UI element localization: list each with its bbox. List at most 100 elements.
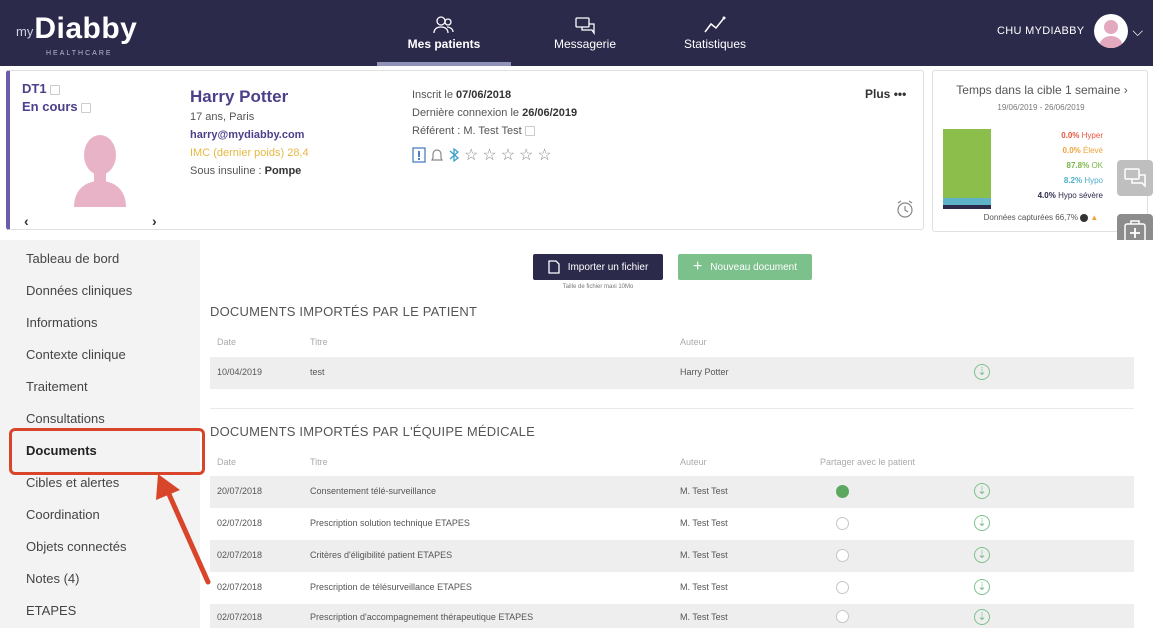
row-title: Critères d'éligibilité patient ETAPES bbox=[310, 550, 453, 560]
share-toggle[interactable] bbox=[836, 581, 849, 594]
file-icon bbox=[548, 260, 560, 274]
column-header-date: Date bbox=[217, 337, 237, 347]
previous-patient-button[interactable]: ‹ bbox=[24, 213, 29, 229]
table-row[interactable]: 10/04/2019 test Harry Potter ⇣ bbox=[210, 357, 1134, 389]
patient-name: Harry Potter bbox=[190, 87, 289, 106]
sidebar-item-tableau-de-bord[interactable]: Tableau de bord bbox=[26, 251, 119, 266]
sidebar-item-coordination[interactable]: Coordination bbox=[26, 507, 100, 522]
inscription-date: Inscrit le 07/06/2018 bbox=[412, 89, 512, 101]
info-icon[interactable] bbox=[1080, 213, 1089, 222]
patient-silhouette-icon bbox=[74, 135, 126, 207]
nav-mes-patients[interactable]: Mes patients bbox=[377, 0, 511, 66]
star-icon[interactable]: ☆ bbox=[519, 145, 533, 165]
diabetes-type: DT1 bbox=[22, 81, 60, 96]
download-icon[interactable]: ⇣ bbox=[974, 483, 990, 499]
sidebar-item-informations[interactable]: Informations bbox=[26, 315, 98, 330]
legend-hypo: 8.2% Hypo bbox=[1063, 176, 1103, 185]
row-author: M. Test Test bbox=[680, 486, 728, 496]
sidebar-item-traitement[interactable]: Traitement bbox=[26, 379, 88, 394]
time-in-target-dates: 19/06/2019 - 26/06/2019 bbox=[997, 103, 1085, 112]
nav-mes-patients-label: Mes patients bbox=[407, 37, 481, 51]
star-icon[interactable]: ☆ bbox=[537, 145, 551, 165]
patient-flags: ☆ ☆ ☆ ☆ ☆ bbox=[412, 145, 552, 165]
next-patient-button[interactable]: › bbox=[152, 213, 157, 229]
sidebar-item-etapes[interactable]: ETAPES bbox=[26, 603, 76, 618]
patients-icon bbox=[433, 16, 454, 34]
share-toggle[interactable] bbox=[836, 517, 849, 530]
diabby-logo[interactable]: my Diabby HEALTHCARE bbox=[16, 14, 137, 58]
table-row[interactable]: 20/07/2018 Consentement télé-surveillanc… bbox=[210, 476, 1134, 508]
download-icon[interactable]: ⇣ bbox=[974, 515, 990, 531]
sidebar-item-consultations[interactable]: Consultations bbox=[26, 411, 105, 426]
sidebar-item-notes[interactable]: Notes (4) bbox=[26, 571, 79, 586]
logo-prefix: my bbox=[16, 24, 34, 39]
edit-icon[interactable] bbox=[49, 84, 60, 95]
legend-hypo-severe: 4.0% Hypo sévère bbox=[1037, 191, 1103, 200]
patient-imc: IMC (dernier poids) 28,4 bbox=[190, 147, 309, 159]
column-header-title: Titre bbox=[310, 457, 328, 467]
row-date: 02/07/2018 bbox=[217, 550, 263, 560]
patient-documents-title: DOCUMENTS IMPORTÉS PAR LE PATIENT bbox=[210, 304, 478, 319]
patient-insuline: Sous insuline : Pompe bbox=[190, 165, 302, 177]
organization-name: CHU MYDIABBY bbox=[997, 25, 1085, 37]
sidebar-item-contexte-clinique[interactable]: Contexte clinique bbox=[26, 347, 126, 362]
row-author: M. Test Test bbox=[680, 612, 728, 622]
alarm-clock-icon[interactable] bbox=[895, 199, 915, 219]
share-toggle-checked[interactable] bbox=[836, 485, 849, 498]
last-login: Dernière connexion le 26/06/2019 bbox=[412, 107, 578, 119]
alert-icon[interactable] bbox=[412, 147, 426, 163]
row-title: Prescription solution technique ETAPES bbox=[310, 518, 470, 528]
row-author: M. Test Test bbox=[680, 518, 728, 528]
row-title: Consentement télé-surveillance bbox=[310, 486, 437, 496]
floating-chat-button[interactable] bbox=[1117, 160, 1153, 196]
bell-icon[interactable] bbox=[430, 147, 444, 163]
patient-age-city: 17 ans, Paris bbox=[190, 111, 255, 123]
download-icon[interactable]: ⇣ bbox=[974, 609, 990, 625]
table-row[interactable]: 02/07/2018 Prescription de télésurveilla… bbox=[210, 572, 1134, 604]
star-icon[interactable]: ☆ bbox=[501, 145, 515, 165]
edit-icon[interactable] bbox=[524, 126, 535, 137]
sidebar-item-cibles-et-alertes[interactable]: Cibles et alertes bbox=[26, 475, 119, 490]
column-header-author: Auteur bbox=[680, 457, 707, 467]
hypo-segment bbox=[943, 198, 991, 205]
hypo-severe-segment bbox=[943, 205, 991, 209]
new-document-button[interactable]: + Nouveau document bbox=[678, 254, 812, 280]
table-row[interactable]: 02/07/2018 Prescription solution techniq… bbox=[210, 508, 1134, 540]
legend-eleve: 0.0% Élevé bbox=[1062, 146, 1103, 155]
nav-statistiques-label: Statistiques bbox=[683, 37, 747, 51]
nav-statistiques[interactable]: Statistiques bbox=[660, 0, 770, 66]
time-in-target-bar bbox=[943, 129, 991, 209]
column-header-share: Partager avec le patient bbox=[820, 457, 916, 467]
share-toggle[interactable] bbox=[836, 549, 849, 562]
row-date: 02/07/2018 bbox=[217, 612, 263, 622]
documents-highlight-box bbox=[9, 428, 205, 475]
patient-header-panel: DT1 En cours ‹ › Harry Potter 17 ans, Pa… bbox=[6, 70, 924, 230]
download-icon[interactable]: ⇣ bbox=[974, 547, 990, 563]
row-title: test bbox=[310, 367, 325, 377]
stats-icon bbox=[704, 16, 726, 33]
column-header-date: Date bbox=[217, 457, 237, 467]
more-button[interactable]: Plus ••• bbox=[865, 87, 906, 101]
download-icon[interactable]: ⇣ bbox=[974, 364, 990, 380]
nav-messagerie[interactable]: Messagerie bbox=[530, 0, 640, 66]
chevron-down-icon[interactable]: ⌵ bbox=[1132, 23, 1143, 40]
import-file-button[interactable]: Importer un fichier bbox=[533, 254, 663, 280]
column-header-author: Auteur bbox=[680, 337, 707, 347]
row-author: M. Test Test bbox=[680, 582, 728, 592]
share-toggle[interactable] bbox=[836, 610, 849, 623]
sidebar-item-donnees-cliniques[interactable]: Données cliniques bbox=[26, 283, 132, 298]
edit-icon[interactable] bbox=[80, 102, 91, 113]
sidebar-item-objets-connectes[interactable]: Objets connectés bbox=[26, 539, 126, 554]
table-row[interactable]: 02/07/2018 Prescription d'accompagnement… bbox=[210, 604, 1134, 628]
star-icon[interactable]: ☆ bbox=[482, 145, 496, 165]
row-author: Harry Potter bbox=[680, 367, 729, 377]
row-title: Prescription d'accompagnement thérapeuti… bbox=[310, 612, 534, 622]
table-row[interactable]: 02/07/2018 Critères d'éligibilité patien… bbox=[210, 540, 1134, 572]
time-in-target-panel[interactable]: Temps dans la cible 1 semaine › 19/06/20… bbox=[932, 70, 1148, 232]
patient-email[interactable]: harry@mydiabby.com bbox=[190, 129, 304, 141]
max-file-size: Taille de fichier maxi 10Mo bbox=[562, 284, 634, 290]
avatar[interactable] bbox=[1094, 14, 1129, 48]
download-icon[interactable]: ⇣ bbox=[974, 579, 990, 595]
star-icon[interactable]: ☆ bbox=[464, 145, 478, 165]
account-menu[interactable]: CHU MYDIABBY ⌵ bbox=[997, 14, 1143, 48]
